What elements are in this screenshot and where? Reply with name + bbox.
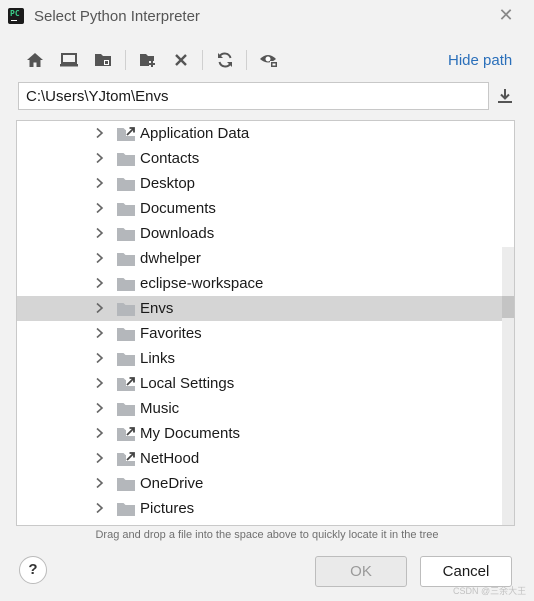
- tree-row[interactable]: Application Data: [17, 121, 514, 146]
- folder-shortcut-icon: [116, 426, 136, 442]
- tree-row-label: Music: [140, 400, 180, 417]
- drag-drop-hint: Drag and drop a file into the space abov…: [95, 529, 439, 541]
- tree-row[interactable]: Pictures: [17, 496, 514, 521]
- delete-icon[interactable]: [169, 48, 193, 72]
- app-logo-text: PC: [10, 9, 20, 18]
- chevron-right-icon[interactable]: [92, 226, 106, 240]
- show-hidden-icon[interactable]: [257, 48, 281, 72]
- chevron-right-icon[interactable]: [92, 326, 106, 340]
- chevron-right-icon[interactable]: [92, 151, 106, 165]
- folder-shortcut-icon: [116, 376, 136, 392]
- ok-button[interactable]: OK: [315, 556, 407, 587]
- tree-row[interactable]: Desktop: [17, 171, 514, 196]
- folder-shortcut-icon: [116, 126, 136, 142]
- home-icon[interactable]: [23, 48, 47, 72]
- tree-row-label: OneDrive: [140, 475, 204, 492]
- chevron-right-icon[interactable]: [92, 201, 106, 215]
- tree-row-label: Application Data: [140, 125, 250, 142]
- tree-row-label: Envs: [140, 300, 174, 317]
- tree-row[interactable]: Documents: [17, 196, 514, 221]
- tree-row[interactable]: NetHood: [17, 446, 514, 471]
- tree-row-label: Downloads: [140, 225, 215, 242]
- folder-icon: [116, 301, 136, 317]
- folder-icon: [116, 351, 136, 367]
- chevron-right-icon[interactable]: [92, 376, 106, 390]
- desktop-icon[interactable]: [57, 48, 81, 72]
- chevron-right-icon[interactable]: [92, 451, 106, 465]
- chevron-right-icon[interactable]: [92, 276, 106, 290]
- folder-icon: [116, 401, 136, 417]
- scrollbar-track[interactable]: [502, 247, 514, 525]
- tree-row-label: Documents: [140, 200, 216, 217]
- window-title: Select Python Interpreter: [34, 8, 200, 25]
- chevron-right-icon[interactable]: [92, 176, 106, 190]
- tree-row-label: Contacts: [140, 150, 200, 167]
- tree-row-label: Local Settings: [140, 375, 235, 392]
- close-icon[interactable]: ✕: [497, 6, 515, 24]
- folder-icon: [116, 326, 136, 342]
- help-button[interactable]: ?: [19, 556, 47, 584]
- path-input[interactable]: [26, 88, 481, 105]
- tree-row-label: eclipse-workspace: [140, 275, 264, 292]
- tree-row[interactable]: Envs: [17, 296, 514, 321]
- folder-icon: [116, 176, 136, 192]
- refresh-icon[interactable]: [213, 48, 237, 72]
- folder-icon: [116, 276, 136, 292]
- folder-icon: [116, 476, 136, 492]
- chevron-right-icon[interactable]: [92, 501, 106, 515]
- toolbar-separator: [125, 50, 126, 70]
- tree-row[interactable]: Downloads: [17, 221, 514, 246]
- chevron-right-icon[interactable]: [92, 251, 106, 265]
- tree-row-label: My Documents: [140, 425, 241, 442]
- new-folder-icon[interactable]: [136, 48, 160, 72]
- folder-icon: [116, 226, 136, 242]
- tree-row[interactable]: Contacts: [17, 146, 514, 171]
- download-icon[interactable]: [495, 86, 515, 106]
- hide-path-link[interactable]: Hide path: [448, 52, 512, 69]
- file-tree[interactable]: Pictures OneDrive NetHood My Documents Music…: [16, 120, 515, 526]
- toolbar-separator: [202, 50, 203, 70]
- tree-row[interactable]: Links: [17, 346, 514, 371]
- chevron-right-icon[interactable]: [92, 126, 106, 140]
- chevron-right-icon[interactable]: [92, 351, 106, 365]
- chevron-right-icon[interactable]: [92, 476, 106, 490]
- tree-row[interactable]: My Documents: [17, 421, 514, 446]
- tree-row-label: Desktop: [140, 175, 196, 192]
- chevron-right-icon[interactable]: [92, 426, 106, 440]
- cancel-button[interactable]: Cancel: [420, 556, 512, 587]
- tree-row-label: Links: [140, 350, 176, 367]
- path-field[interactable]: [18, 82, 489, 110]
- tree-row-label: Pictures: [140, 500, 195, 517]
- folder-icon: [116, 501, 136, 517]
- project-folder-icon[interactable]: [91, 48, 115, 72]
- watermark: CSDN @三余大王: [453, 586, 527, 596]
- folder-icon: [116, 151, 136, 167]
- folder-shortcut-icon: [116, 451, 136, 467]
- folder-icon: [116, 251, 136, 267]
- tree-row[interactable]: Music: [17, 396, 514, 421]
- pycharm-logo-icon: PC: [8, 8, 24, 24]
- tree-row-label: Favorites: [140, 325, 202, 342]
- toolbar-separator: [246, 50, 247, 70]
- folder-icon: [116, 201, 136, 217]
- title-bar: PC Select Python Interpreter ✕: [0, 0, 534, 34]
- tree-row[interactable]: Favorites: [17, 321, 514, 346]
- tree-row[interactable]: eclipse-workspace: [17, 271, 514, 296]
- tree-row-label: NetHood: [140, 450, 200, 467]
- tree-row[interactable]: Local Settings: [17, 371, 514, 396]
- scrollbar-thumb[interactable]: [502, 296, 514, 318]
- chevron-right-icon[interactable]: [92, 301, 106, 315]
- tree-row[interactable]: dwhelper: [17, 246, 514, 271]
- tree-row[interactable]: OneDrive: [17, 471, 514, 496]
- chevron-right-icon[interactable]: [92, 401, 106, 415]
- tree-row-label: dwhelper: [140, 250, 201, 267]
